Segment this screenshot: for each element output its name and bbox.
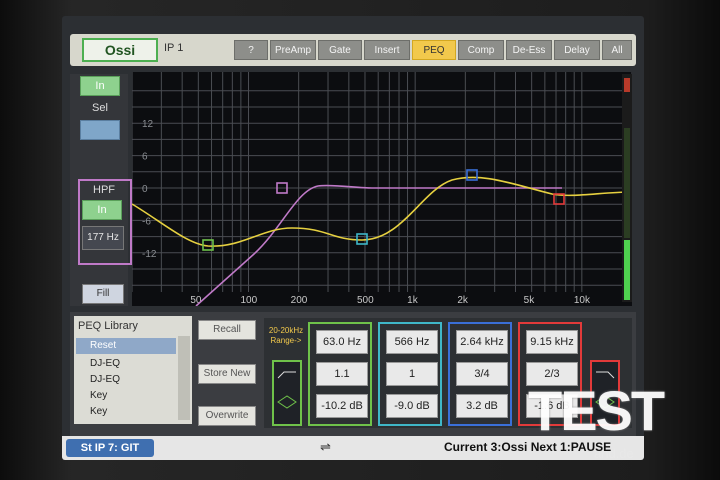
gain-tick-label: -6 [142,216,151,227]
peq-library-title: PEQ Library [78,320,138,332]
tab-gate[interactable]: Gate [318,40,362,60]
channel-input-label: IP 1 [164,42,184,54]
hpf-in-button[interactable]: In [82,200,122,220]
tab-delay[interactable]: Delay [554,40,600,60]
band-2-panel: 566 Hz 1 -9.0 dB [378,322,442,426]
tab-insert[interactable]: Insert [364,40,410,60]
library-item[interactable]: DJ-EQ [76,356,176,372]
tab-preamp[interactable]: PreAmp [270,40,316,60]
frequency-tick-label: 100 [240,295,257,306]
help-tab[interactable]: ? [234,40,268,60]
eq-left-controls: In Sel HPF In 177 Hz Fill [70,74,132,306]
range-label: 20-20kHz Range-> [268,326,304,345]
frequency-tick-label: 50 [190,295,202,306]
eq-graph[interactable]: 12 6 0 -6 -12 50 100 200 500 1k 2k 5k 10k [131,72,633,307]
low-shelf-shape-button[interactable] [272,360,302,426]
frequency-tick-label: 1k [407,295,419,306]
processing-tab-bar: Ossi IP 1 ? PreAmp Gate Insert PEQ Comp … [70,34,636,66]
band-3-gain[interactable]: 3.2 dB [456,394,508,418]
peq-library-panel: PEQ Library Reset DJ-EQ DJ-EQ Key Key [74,316,192,424]
frequency-tick-label: 10k [574,295,591,306]
peq-in-button[interactable]: In [80,76,120,96]
gain-tick-label: -12 [142,249,157,260]
output-level-meter [622,74,632,302]
library-item[interactable]: DJ-EQ [76,372,176,388]
library-item[interactable]: Key [76,404,176,420]
usb-icon: ⇌ [320,439,331,454]
hpf-frequency[interactable]: 177 Hz [82,226,124,250]
band-3-width[interactable]: 3/4 [456,362,508,386]
band-2-frequency[interactable]: 566 Hz [386,330,438,354]
band-1-frequency[interactable]: 63.0 Hz [316,330,368,354]
tab-comp[interactable]: Comp [458,40,504,60]
sel-label: Sel [92,102,108,114]
band-1-panel: 63.0 Hz 1.1 -10.2 dB [308,322,372,426]
gain-tick-label: 6 [142,152,148,163]
sel-button[interactable] [80,120,120,140]
band-3-frequency[interactable]: 2.64 kHz [456,330,508,354]
band-2-gain[interactable]: -9.0 dB [386,394,438,418]
tab-de-ess[interactable]: De-Ess [506,40,552,60]
store-new-button[interactable]: Store New [198,364,256,384]
watermark-url: and.de [594,446,634,461]
recall-button[interactable]: Recall [198,320,256,340]
eq-response-plot[interactable]: 12 6 0 -6 -12 50 100 200 500 1k 2k 5k 10k [131,72,633,307]
library-item[interactable]: Reset [76,338,176,354]
gain-tick-label: 0 [142,184,148,195]
band-2-handle [356,233,368,245]
frequency-tick-label: 2k [457,295,469,306]
tab-peq[interactable]: PEQ [412,40,456,60]
overwrite-button[interactable]: Overwrite [198,406,256,426]
band-1-gain[interactable]: -10.2 dB [316,394,368,418]
hpf-curve [195,184,562,307]
band-2-width[interactable]: 1 [386,362,438,386]
frequency-tick-label: 5k [524,295,536,306]
hpf-title: HPF [93,184,115,196]
gain-tick-label: 12 [142,119,154,130]
band-1-width[interactable]: 1.1 [316,362,368,386]
fill-button[interactable]: Fill [82,284,124,304]
band-3-panel: 2.64 kHz 3/4 3.2 dB [448,322,512,426]
selected-channel-indicator[interactable]: St IP 7: GIT [66,439,154,457]
test-watermark: TEST [528,379,665,442]
library-scrollbar[interactable] [178,336,190,420]
frequency-tick-label: 500 [357,295,374,306]
frequency-tick-label: 200 [291,295,308,306]
channel-name[interactable]: Ossi [82,38,158,62]
band-4-frequency[interactable]: 9.15 kHz [526,330,578,354]
tab-all[interactable]: All [602,40,632,60]
library-item[interactable]: Key [76,388,176,404]
